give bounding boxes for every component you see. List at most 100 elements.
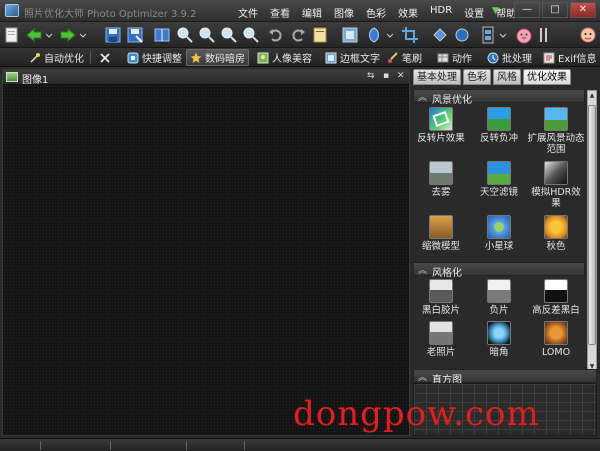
tab-actions[interactable]: 动作 <box>434 49 475 66</box>
status-separator <box>186 441 187 450</box>
menu-color[interactable]: 色彩 <box>360 4 392 21</box>
flip-icon[interactable] <box>364 25 384 45</box>
document-tab[interactable]: 图像1 ⇆ ▪ ✕ <box>3 70 409 86</box>
window-controls: — □ ✕ <box>514 2 596 18</box>
zoom-in-icon[interactable] <box>175 25 195 45</box>
effects-scrollbar[interactable]: ▲ ▼ <box>587 90 597 372</box>
open-file-icon[interactable] <box>2 25 22 45</box>
back-arrow-icon[interactable] <box>24 25 44 45</box>
effect-old-photo[interactable]: 老照片 <box>411 321 471 361</box>
image-canvas[interactable]: 图像1 ⇆ ▪ ✕ <box>2 69 410 436</box>
close-button[interactable]: ✕ <box>570 2 596 18</box>
tab-label: Exif信息 <box>558 54 597 65</box>
menu-hdr[interactable]: HDR <box>424 4 458 21</box>
tab-tools[interactable] <box>96 49 117 66</box>
undo-icon[interactable] <box>266 25 286 45</box>
compare-view-icon[interactable] <box>152 25 172 45</box>
tab-quick-adjust[interactable]: 快捷调整 <box>124 49 185 66</box>
actual-size-icon[interactable] <box>241 25 261 45</box>
effect-vignette[interactable]: 暗角 <box>469 321 529 361</box>
tab-label: 数码暗房 <box>205 54 245 65</box>
pane-menu-icon[interactable]: ▪ <box>383 71 389 81</box>
close-document-icon[interactable]: ✕ <box>397 71 405 81</box>
tab-exif[interactable]: Exif信息 <box>540 49 600 66</box>
effect-label: 反转片效果 <box>417 133 465 144</box>
tab-portrait-beauty[interactable]: 人像美容 <box>254 49 315 66</box>
maximize-button[interactable]: □ <box>542 2 568 18</box>
menu-effects[interactable]: 效果 <box>392 4 424 21</box>
piglet-mascot-icon[interactable] <box>514 25 534 45</box>
brush-icon <box>387 51 399 64</box>
effect-dehaze[interactable]: 去雾 <box>411 161 471 201</box>
effect-slide-film[interactable]: 反转片效果 <box>411 107 471 147</box>
paint-bucket-icon[interactable] <box>430 25 450 45</box>
filmstrip-icon[interactable] <box>478 25 498 45</box>
effect-lomo[interactable]: LOMO <box>525 321 587 361</box>
status-separator <box>244 441 245 450</box>
menu-edit[interactable]: 编辑 <box>296 4 328 21</box>
history-icon[interactable] <box>310 25 330 45</box>
slide-film-icon <box>429 107 453 131</box>
tab-label: 动作 <box>452 54 472 65</box>
tab-brush[interactable]: 笔刷 <box>384 49 425 66</box>
save-icon[interactable] <box>103 25 123 45</box>
tab-style[interactable]: 风格 <box>493 69 521 85</box>
effect-little-planet[interactable]: 小星球 <box>469 215 529 255</box>
rotate-icon[interactable] <box>340 25 360 45</box>
mascot-avatar-icon[interactable] <box>578 25 598 45</box>
forward-arrow-icon[interactable] <box>58 25 78 45</box>
tab-color[interactable]: 色彩 <box>463 69 491 85</box>
effect-label: 负片 <box>489 305 509 316</box>
tab-basic[interactable]: 基本处理 <box>413 69 461 85</box>
effect-label: 缩微模型 <box>421 241 460 252</box>
effect-high-contrast-bw[interactable]: 高反差黑白 <box>525 279 587 319</box>
landscape-dynamic-icon <box>544 107 568 131</box>
menu-file[interactable]: 文件 <box>232 4 264 21</box>
skin-dropdown-icon[interactable]: ▼ <box>492 6 502 16</box>
fit-window-icon[interactable] <box>219 25 239 45</box>
image-document-icon <box>6 72 18 82</box>
effect-label: LOMO <box>541 347 571 358</box>
back-dropdown-icon[interactable] <box>44 25 54 45</box>
effect-sky-filter[interactable]: 天空滤镜 <box>469 161 529 201</box>
crop-icon[interactable] <box>400 25 420 45</box>
effect-simulated-hdr[interactable]: 模拟HDR效 果 <box>525 161 587 209</box>
menu-image[interactable]: 图像 <box>328 4 360 21</box>
effect-landscape-dynamic-range[interactable]: 扩展风景动态 范围 <box>525 107 587 155</box>
effect-negative[interactable]: 负片 <box>469 279 529 319</box>
effect-autumn[interactable]: 秋色 <box>525 215 587 255</box>
section-landscape-header[interactable]: ︽ 风景优化 <box>413 89 585 106</box>
zoom-out-icon[interactable] <box>197 25 217 45</box>
color-picker-icon[interactable] <box>452 25 472 45</box>
more-tools-icon[interactable] <box>536 25 556 45</box>
effect-cross-process[interactable]: 反转负冲 <box>469 107 529 147</box>
forward-dropdown-icon[interactable] <box>78 25 88 45</box>
menu-settings[interactable]: 设置 <box>458 4 490 21</box>
minimize-button[interactable]: — <box>514 2 540 18</box>
filmstrip-dropdown-icon[interactable] <box>498 25 508 45</box>
tab-optimize-effects[interactable]: 优化效果 <box>523 69 571 85</box>
flip-dropdown-icon[interactable] <box>385 25 395 45</box>
tab-batch[interactable]: 批处理 <box>484 49 535 66</box>
menu-view[interactable]: 查看 <box>264 4 296 21</box>
tab-auto-optimize[interactable]: 自动优化 <box>26 49 87 66</box>
exif-icon <box>543 52 555 64</box>
tab-digital-darkroom[interactable]: 数码暗房 <box>186 49 249 66</box>
action-icon <box>437 52 449 64</box>
tab-frame-text[interactable]: 边框文字 <box>322 49 383 66</box>
restore-pane-icon[interactable]: ⇆ <box>367 71 375 81</box>
scroll-up-icon[interactable]: ▲ <box>588 91 596 100</box>
section-histogram-header[interactable]: ︽ 直方图 <box>413 369 597 386</box>
tab-label: 笔刷 <box>402 54 422 65</box>
menu-bar: 文件 查看 编辑 图像 色彩 效果 HDR 设置 帮助 <box>232 4 522 21</box>
redo-icon[interactable] <box>288 25 308 45</box>
effect-bw-film[interactable]: 黑白胶片 <box>411 279 471 319</box>
scroll-thumb[interactable] <box>588 105 596 345</box>
effect-label: 秋色 <box>546 241 566 252</box>
effect-miniature[interactable]: 缩微模型 <box>411 215 471 255</box>
watermark-text: dongpow.com <box>293 394 540 434</box>
effect-label: 暗角 <box>489 347 509 358</box>
save-as-icon[interactable] <box>125 25 145 45</box>
frame-text-icon <box>325 52 337 64</box>
section-stylize-header[interactable]: ︽ 风格化 <box>413 262 585 279</box>
